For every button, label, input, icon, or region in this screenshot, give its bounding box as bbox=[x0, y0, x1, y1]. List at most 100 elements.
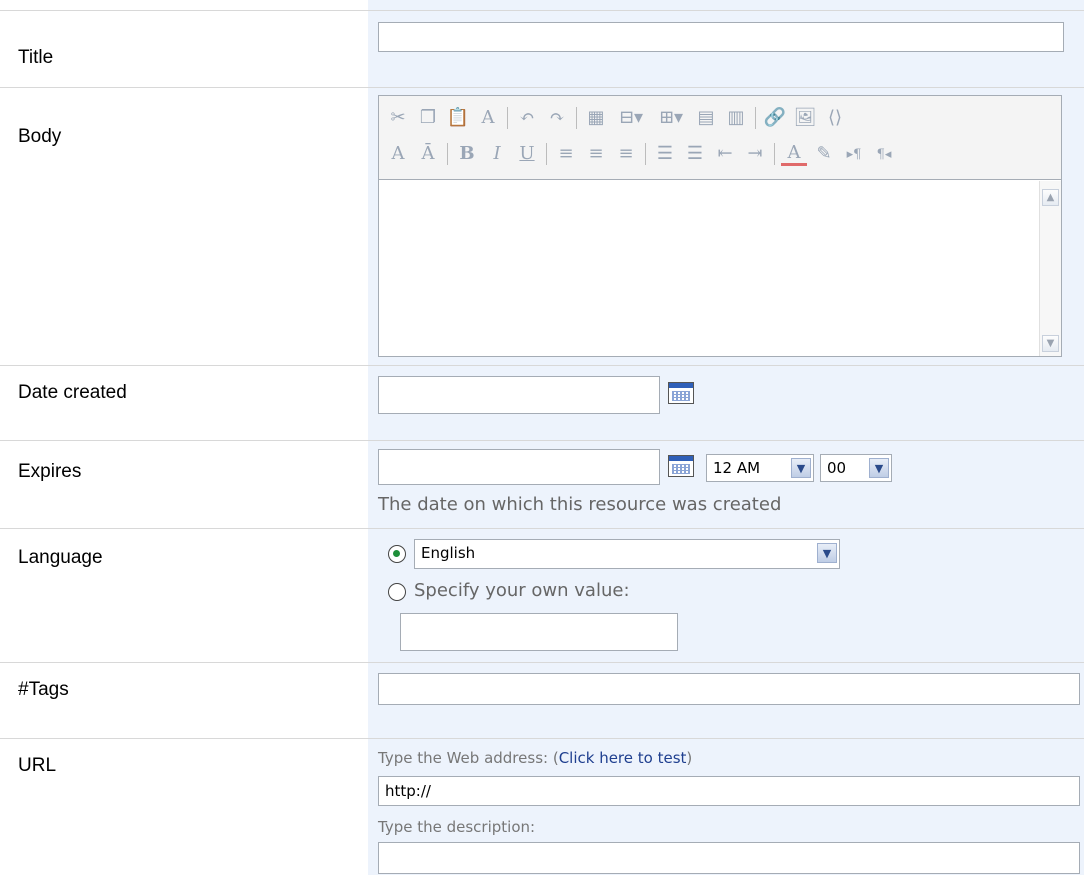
tags-input[interactable] bbox=[378, 673, 1080, 705]
toolbar-separator bbox=[576, 107, 577, 129]
paste-icon[interactable]: 📋 bbox=[445, 105, 471, 131]
chevron-down-icon: ▼ bbox=[791, 458, 811, 478]
numbered-list-icon[interactable]: ☰ bbox=[652, 141, 678, 167]
field-cell bbox=[368, 662, 1084, 738]
expires-hour-select[interactable]: 12 AM ▼ bbox=[706, 454, 814, 482]
rte-scrollbar[interactable]: ▲ ▼ bbox=[1039, 181, 1061, 356]
label-cell: Language bbox=[0, 528, 368, 662]
chevron-down-icon: ▼ bbox=[869, 458, 889, 478]
language-selected-value: English bbox=[421, 544, 476, 562]
scroll-down-icon[interactable]: ▼ bbox=[1042, 335, 1059, 352]
spellcheck-icon[interactable]: A bbox=[475, 105, 501, 131]
row-date-created: Date created bbox=[0, 365, 1084, 440]
copy-icon[interactable]: ❐ bbox=[415, 105, 441, 131]
calendar-icon[interactable] bbox=[668, 382, 694, 404]
align-center-icon[interactable]: ≡ bbox=[583, 141, 609, 167]
language-own-value-label: Specify your own value: bbox=[414, 580, 630, 601]
underline-icon[interactable]: U bbox=[514, 141, 540, 167]
toolbar-separator bbox=[755, 107, 756, 129]
chevron-down-icon: ▼ bbox=[817, 543, 837, 563]
split-cells-icon[interactable]: ▥ bbox=[723, 105, 749, 131]
language-own-value-input[interactable] bbox=[400, 613, 678, 651]
calendar-icon[interactable] bbox=[668, 455, 694, 477]
url-description-input[interactable] bbox=[378, 842, 1080, 874]
body-label: Body bbox=[18, 126, 62, 147]
cut-icon[interactable]: ✂ bbox=[385, 105, 411, 131]
insert-image-icon[interactable]: 🖼 bbox=[792, 105, 818, 131]
rte-content-area[interactable] bbox=[379, 181, 1061, 356]
bulleted-list-icon[interactable]: ☰ bbox=[682, 141, 708, 167]
expires-hour-value: 12 AM bbox=[713, 459, 761, 477]
row-language: Language English ▼ Specify your own valu… bbox=[0, 528, 1084, 662]
toolbar-separator bbox=[447, 143, 448, 165]
date-created-label: Date created bbox=[18, 382, 127, 403]
align-right-icon[interactable]: ≡ bbox=[613, 141, 639, 167]
field-cell: English ▼ Specify your own value: bbox=[368, 528, 1084, 662]
toolbar-row-1: ✂ ❐ 📋 A ↶ ↷ ▦ ⊟▾ ⊞▾ ▤ ▥ 🔗 🖼 ⟨⟩ bbox=[385, 102, 852, 134]
expires-label: Expires bbox=[18, 461, 82, 482]
row-body: Body ✂ ❐ 📋 A ↶ ↷ ▦ ⊟▾ ⊞▾ ▤ ▥ 🔗 🖼 ⟨⟩ A Ā … bbox=[0, 87, 1084, 365]
label-cell: URL bbox=[0, 738, 368, 875]
insert-table-icon[interactable]: ▦ bbox=[583, 105, 609, 131]
language-own-value-radio[interactable] bbox=[388, 583, 406, 601]
text-color-icon[interactable]: A bbox=[781, 142, 807, 166]
date-created-input[interactable] bbox=[378, 376, 660, 414]
url-address-hint-end: ) bbox=[686, 749, 693, 767]
expires-minute-value: 00 bbox=[827, 459, 847, 477]
label-cell: Body bbox=[0, 87, 368, 365]
row-url: URL Type the Web address: (Click here to… bbox=[0, 738, 1084, 875]
top-strip-label bbox=[0, 0, 368, 10]
row-expires: Expires 12 AM ▼ 00 ▼ The date on which t… bbox=[0, 440, 1084, 528]
rtl-icon[interactable]: ¶◂ bbox=[871, 141, 897, 167]
decrease-indent-icon[interactable]: ⇤ bbox=[712, 141, 738, 167]
toolbar-row-2: A Ā B I U ≡ ≡ ≡ ☰ ☰ ⇤ ⇥ A ✎ ▸¶ ¶◂ bbox=[385, 138, 901, 170]
language-label: Language bbox=[18, 547, 103, 568]
undo-icon[interactable]: ↶ bbox=[514, 105, 540, 131]
label-cell: #Tags bbox=[0, 662, 368, 738]
increase-indent-icon[interactable]: ⇥ bbox=[742, 141, 768, 167]
rte-toolbar: ✂ ❐ 📋 A ↶ ↷ ▦ ⊟▾ ⊞▾ ▤ ▥ 🔗 🖼 ⟨⟩ A Ā B I U… bbox=[379, 96, 1061, 180]
title-input[interactable] bbox=[378, 22, 1064, 52]
expires-hint: The date on which this resource was crea… bbox=[378, 494, 782, 515]
insert-hyperlink-icon[interactable]: 🔗 bbox=[762, 105, 788, 131]
top-strip bbox=[0, 0, 1084, 10]
html-source-icon[interactable]: ⟨⟩ bbox=[822, 105, 848, 131]
field-cell: Type the Web address: (Click here to tes… bbox=[368, 738, 1084, 875]
label-cell: Expires bbox=[0, 440, 368, 528]
font-size-icon[interactable]: A bbox=[385, 141, 411, 167]
field-cell: 12 AM ▼ 00 ▼ The date on which this reso… bbox=[368, 440, 1084, 528]
test-url-link[interactable]: Click here to test bbox=[559, 749, 687, 767]
url-label: URL bbox=[18, 755, 57, 776]
toolbar-separator bbox=[507, 107, 508, 129]
row-tags: #Tags bbox=[0, 662, 1084, 738]
tags-label: #Tags bbox=[18, 679, 69, 700]
language-select[interactable]: English ▼ bbox=[414, 539, 840, 569]
bold-icon[interactable]: B bbox=[454, 141, 480, 167]
expires-minute-select[interactable]: 00 ▼ bbox=[820, 454, 892, 482]
insert-column-right-icon[interactable]: ⊞▾ bbox=[653, 105, 689, 131]
toolbar-separator bbox=[546, 143, 547, 165]
font-size-alt-icon[interactable]: Ā bbox=[415, 141, 441, 167]
italic-icon[interactable]: I bbox=[484, 141, 510, 167]
field-cell bbox=[368, 365, 1084, 440]
language-choice-radio[interactable] bbox=[388, 545, 406, 563]
top-strip-field bbox=[368, 0, 1084, 10]
merge-cells-icon[interactable]: ▤ bbox=[693, 105, 719, 131]
url-address-hint-text: Type the Web address: ( bbox=[378, 749, 559, 767]
ltr-icon[interactable]: ▸¶ bbox=[841, 141, 867, 167]
rich-text-editor: ✂ ❐ 📋 A ↶ ↷ ▦ ⊟▾ ⊞▾ ▤ ▥ 🔗 🖼 ⟨⟩ A Ā B I U… bbox=[378, 95, 1062, 357]
redo-icon[interactable]: ↷ bbox=[544, 105, 570, 131]
row-title: Title bbox=[0, 10, 1084, 87]
form: Title Body ✂ ❐ 📋 A ↶ ↷ ▦ ⊟▾ ⊞▾ ▤ ▥ 🔗 🖼 ⟨… bbox=[0, 0, 1084, 875]
scroll-up-icon[interactable]: ▲ bbox=[1042, 189, 1059, 206]
align-left-icon[interactable]: ≡ bbox=[553, 141, 579, 167]
highlight-color-icon[interactable]: ✎ bbox=[811, 141, 837, 167]
field-cell bbox=[368, 10, 1084, 87]
expires-date-input[interactable] bbox=[378, 449, 660, 485]
url-address-input[interactable] bbox=[378, 776, 1080, 806]
url-description-hint: Type the description: bbox=[378, 818, 536, 836]
toolbar-separator bbox=[645, 143, 646, 165]
insert-column-left-icon[interactable]: ⊟▾ bbox=[613, 105, 649, 131]
toolbar-separator bbox=[774, 143, 775, 165]
label-cell: Date created bbox=[0, 365, 368, 440]
